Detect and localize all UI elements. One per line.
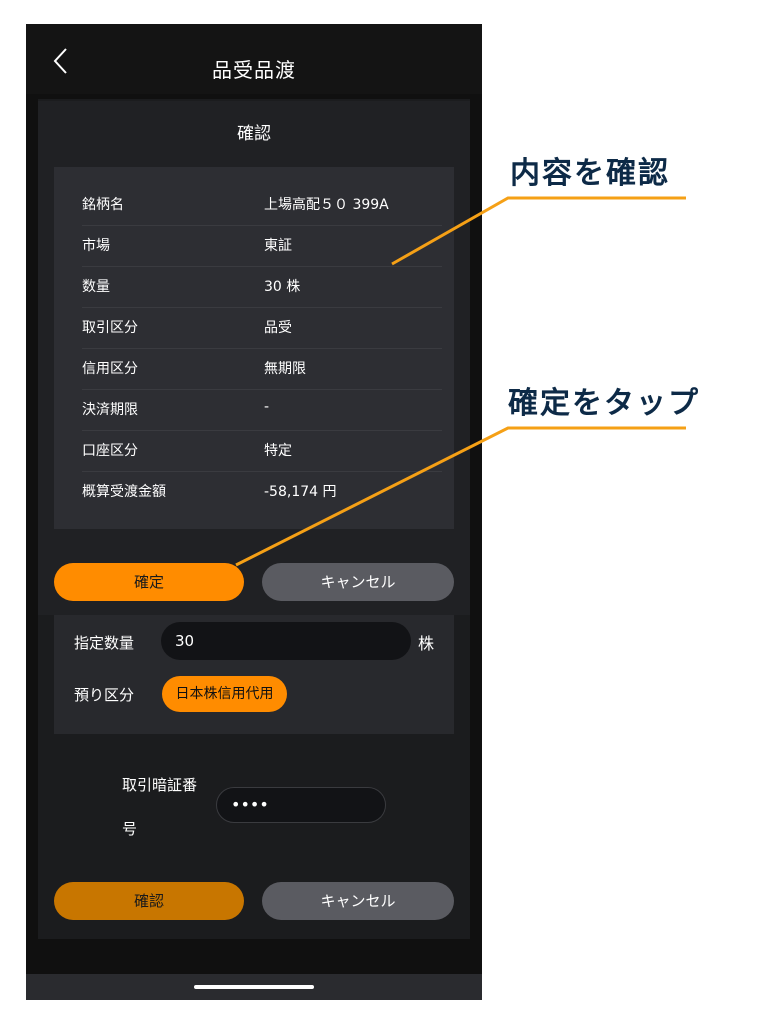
callout-line-content [391,196,686,266]
annotation-callout-lines [235,196,686,567]
callout-line-confirm [235,426,686,567]
